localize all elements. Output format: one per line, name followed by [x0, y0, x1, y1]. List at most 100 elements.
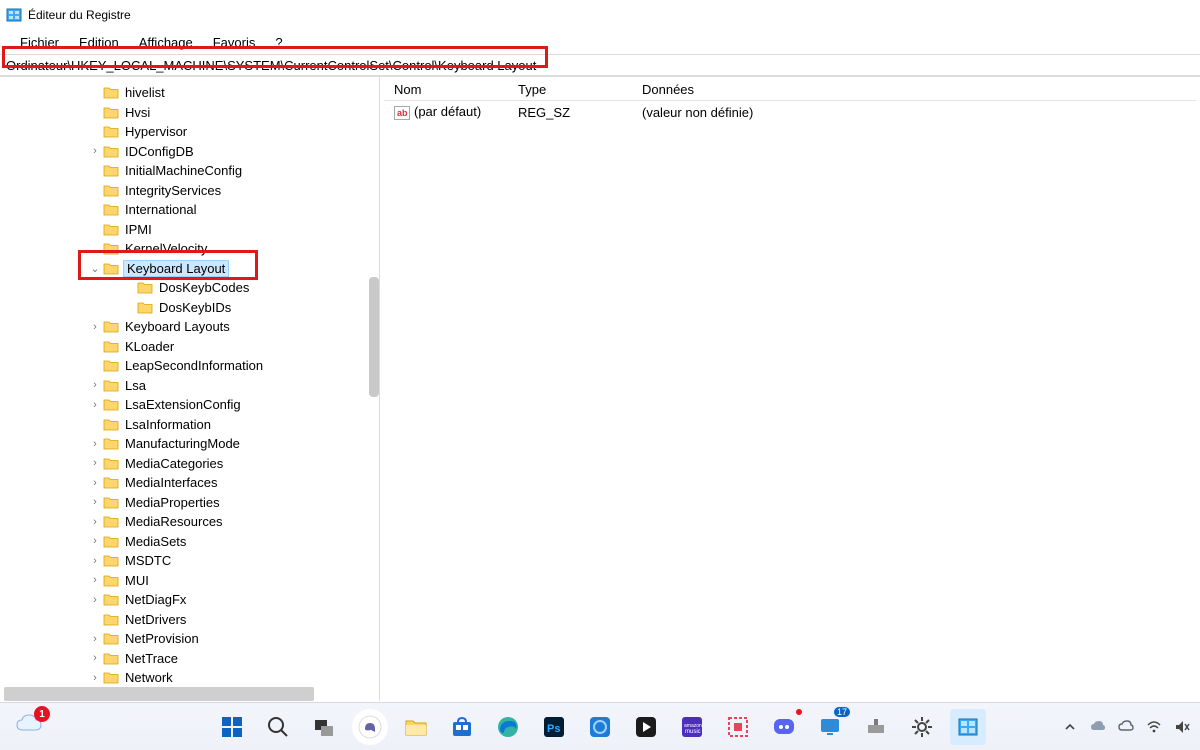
chevron-right-icon[interactable]: ›	[88, 496, 102, 508]
onedrive-icon[interactable]	[1090, 719, 1106, 735]
tree-item[interactable]: ›Keyboard Layouts	[4, 317, 379, 337]
tree-vertical-scrollbar[interactable]	[369, 277, 379, 397]
tree-horizontal-scrollbar[interactable]	[4, 687, 365, 701]
tree-item[interactable]: International	[4, 200, 379, 220]
menu-edition[interactable]: Edition	[69, 33, 129, 52]
app-blue-icon[interactable]	[582, 709, 618, 745]
folder-icon	[103, 456, 119, 470]
taskbar-weather[interactable]: 1	[14, 712, 44, 741]
file-explorer-icon[interactable]	[398, 709, 434, 745]
chevron-right-icon[interactable]: ›	[88, 555, 102, 567]
folder-icon	[103, 86, 119, 100]
column-header-name[interactable]: Nom	[384, 82, 508, 97]
chevron-right-icon[interactable]: ›	[88, 379, 102, 391]
folder-icon	[103, 476, 119, 490]
app-dark-icon[interactable]	[628, 709, 664, 745]
chevron-right-icon[interactable]: ›	[88, 535, 102, 547]
amazon-music-icon[interactable]: amazonmusic	[674, 709, 710, 745]
menu-favoris[interactable]: Favoris	[203, 33, 266, 52]
svg-text:Ps: Ps	[547, 723, 560, 735]
tree-item[interactable]: Hypervisor	[4, 122, 379, 142]
tree-item[interactable]: ›MUI	[4, 571, 379, 591]
tree-item[interactable]: › NetTrace	[4, 649, 379, 669]
chevron-right-icon[interactable]: ›	[88, 652, 102, 664]
value-name: ab (par défaut)	[384, 104, 508, 120]
tree-item[interactable]: hivelist	[4, 83, 379, 103]
app-monitor-icon[interactable]: 17	[812, 709, 848, 745]
tree-item[interactable]: LeapSecondInformation	[4, 356, 379, 376]
discord-icon[interactable]	[766, 709, 802, 745]
snipping-icon[interactable]	[720, 709, 756, 745]
task-view-icon[interactable]	[306, 709, 342, 745]
chevron-right-icon[interactable]: ›	[88, 145, 102, 157]
tree-item[interactable]: IntegrityServices	[4, 181, 379, 201]
tree-item[interactable]: ›ManufacturingMode	[4, 434, 379, 454]
app-tool-icon[interactable]	[858, 709, 894, 745]
onedrive-alt-icon[interactable]	[1118, 719, 1134, 735]
menu-affichage[interactable]: Affichage	[129, 33, 203, 52]
tree-item[interactable]: ›LsaExtensionConfig	[4, 395, 379, 415]
store-icon[interactable]	[444, 709, 480, 745]
tree-item-label: DosKeybIDs	[157, 300, 233, 315]
chevron-right-icon[interactable]: ›	[88, 633, 102, 645]
tree-item[interactable]: ›Network	[4, 668, 379, 688]
menu-fichier[interactable]: Fichier	[10, 33, 69, 52]
folder-icon	[103, 534, 119, 548]
menu-help[interactable]: ?	[265, 33, 292, 52]
tree-item[interactable]: ›MSDTC	[4, 551, 379, 571]
column-header-data[interactable]: Données	[632, 82, 1196, 97]
tree-item[interactable]: Hvsi	[4, 103, 379, 123]
chevron-right-icon[interactable]: ›	[88, 516, 102, 528]
tree-item[interactable]: ›MediaProperties	[4, 493, 379, 513]
photoshop-icon[interactable]: Ps	[536, 709, 572, 745]
tree-item[interactable]: LsaInformation	[4, 415, 379, 435]
column-header-type[interactable]: Type	[508, 82, 632, 97]
tree-item[interactable]: KernelVelocity	[4, 239, 379, 259]
tray-overflow-icon[interactable]	[1062, 719, 1078, 735]
tree-item[interactable]: › MediaResources	[4, 512, 379, 532]
chevron-right-icon[interactable]: ›	[88, 574, 102, 586]
tree-item[interactable]: InitialMachineConfig	[4, 161, 379, 181]
tree-item-label: NetProvision	[123, 631, 201, 646]
volume-icon[interactable]	[1174, 719, 1190, 735]
address-bar[interactable]: Ordinateur\HKEY_LOCAL_MACHINE\SYSTEM\Cur…	[0, 55, 1200, 75]
values-pane[interactable]: Nom Type Données ab (par défaut) REG_SZ …	[380, 77, 1200, 701]
tree-item[interactable]: › NetProvision	[4, 629, 379, 649]
tree-item[interactable]: ›NetDiagFx	[4, 590, 379, 610]
chevron-right-icon[interactable]: ›	[88, 594, 102, 606]
tree-item[interactable]: ›MediaSets	[4, 532, 379, 552]
tree-item[interactable]: KLoader	[4, 337, 379, 357]
tree-item[interactable]: ⌄Keyboard Layout	[4, 259, 379, 279]
settings-icon[interactable]	[904, 709, 940, 745]
tree-item-label: NetTrace	[123, 651, 180, 666]
tree-item[interactable]: ›IDConfigDB	[4, 142, 379, 162]
chevron-right-icon[interactable]: ›	[88, 438, 102, 450]
tree-item[interactable]: DosKeybCodes	[4, 278, 379, 298]
chevron-down-icon[interactable]: ⌄	[88, 262, 102, 275]
chat-icon[interactable]	[352, 709, 388, 745]
search-icon[interactable]	[260, 709, 296, 745]
edge-icon[interactable]	[490, 709, 526, 745]
regedit-taskbar-icon[interactable]	[950, 709, 986, 745]
tree-item-label: MediaResources	[123, 514, 225, 529]
tree-item-label: Hvsi	[123, 105, 152, 120]
chevron-right-icon[interactable]: ›	[88, 321, 102, 333]
chevron-right-icon[interactable]: ›	[88, 399, 102, 411]
value-row[interactable]: ab (par défaut) REG_SZ (valeur non défin…	[384, 101, 1196, 123]
tree-item-label: Lsa	[123, 378, 148, 393]
tree-item[interactable]: NetDrivers	[4, 610, 379, 630]
ab-string-icon: ab	[394, 106, 410, 120]
menu-bar: Fichier Edition Affichage Favoris ?	[0, 30, 1200, 54]
wifi-icon[interactable]	[1146, 719, 1162, 735]
chevron-right-icon[interactable]: ›	[88, 672, 102, 684]
tree-pane[interactable]: hivelist Hvsi Hypervisor›IDConfigDBInitial…	[0, 77, 380, 701]
tree-item[interactable]: › Lsa	[4, 376, 379, 396]
tree-item[interactable]: IPMI	[4, 220, 379, 240]
tree-item[interactable]: ›MediaInterfaces	[4, 473, 379, 493]
tree-item[interactable]: DosKeybIDs	[4, 298, 379, 318]
folder-icon	[103, 203, 119, 217]
chevron-right-icon[interactable]: ›	[88, 457, 102, 469]
tree-item[interactable]: ›MediaCategories	[4, 454, 379, 474]
start-button[interactable]	[214, 709, 250, 745]
chevron-right-icon[interactable]: ›	[88, 477, 102, 489]
